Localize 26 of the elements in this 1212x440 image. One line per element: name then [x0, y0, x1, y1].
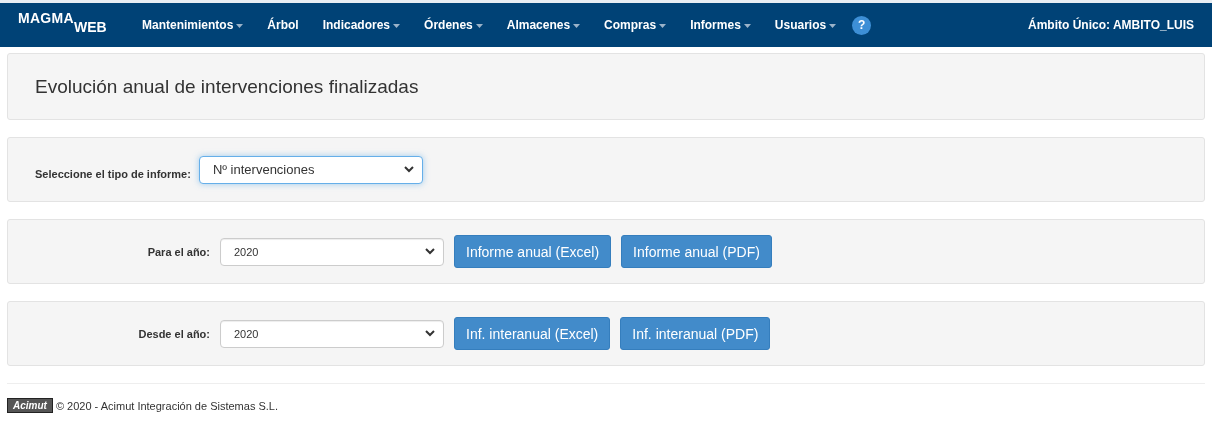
page-title: Evolución anual de intervenciones finalizadas [35, 75, 419, 98]
menu-item[interactable]: Árbol [255, 18, 311, 32]
company-logo: Acimut [7, 398, 53, 413]
field-label: Para el año: [146, 245, 211, 258]
report-button[interactable]: Inf. interanual (PDF) [620, 317, 771, 350]
field-label: Seleccione el tipo de informe: [35, 167, 191, 180]
report-type-select[interactable]: Nº intervenciones [198, 155, 423, 184]
year-select[interactable]: 2020 [220, 319, 444, 348]
menu-item[interactable]: Órdenes [412, 18, 495, 32]
report-button[interactable]: Informe anual (Excel) [454, 235, 612, 268]
scope-label: Ámbito Único: AMBITO_LUIS [1028, 18, 1194, 32]
chevron-icon [403, 166, 414, 173]
report-button[interactable]: Informe anual (PDF) [621, 235, 772, 268]
year-select[interactable]: 2020 [220, 237, 444, 266]
menu-item[interactable]: Compras [592, 18, 679, 32]
menu-item[interactable]: Almacenes [494, 18, 593, 32]
report-button[interactable]: Inf. interanual (Excel) [454, 317, 611, 350]
menu-item[interactable]: Indicadores [310, 18, 413, 32]
chevron-icon [425, 330, 435, 337]
chevron-icon [425, 248, 435, 255]
logo[interactable]: MAGMAWEB [18, 10, 130, 40]
menu-item[interactable]: Informes [678, 18, 763, 32]
copyright-text: © 2020 - Acimut Integración de Sistemas S.L. [55, 399, 278, 412]
menu-item[interactable]: Mantenimientos [130, 18, 256, 32]
field-label: Desde el año: [137, 327, 211, 340]
menu-item[interactable]: Usuarios [762, 18, 849, 32]
